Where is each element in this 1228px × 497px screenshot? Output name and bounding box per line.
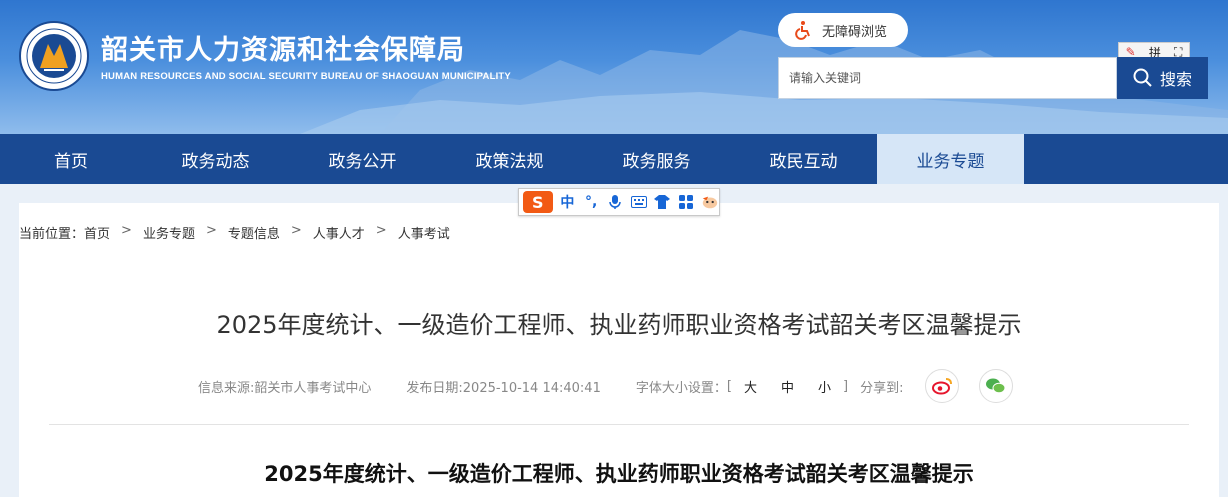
article-heading: 2025年度统计、一级造价工程师、执业药师职业资格考试韶关考区温馨提示 [264,462,974,486]
ime-punctuation-icon[interactable]: °, [582,193,600,211]
breadcrumb-topics[interactable]: 业务专题 [143,223,195,242]
breadcrumb-home[interactable]: 首页 [84,223,110,242]
ime-toolbox-icon[interactable] [677,193,695,211]
breadcrumb-exams[interactable]: 人事考试 [398,223,450,242]
accessibility-label: 无障碍浏览 [822,24,888,40]
article-source: 信息来源:韶关市人事考试中心 [198,380,372,396]
article-date: 发布日期:2025-10-14 14:40:41 [406,380,601,396]
search-button-label: 搜索 [1159,70,1192,89]
nav-item-news[interactable]: 政务动态 [142,134,289,184]
breadcrumb-separator: > [290,223,302,238]
breadcrumb-topic-info[interactable]: 专题信息 [228,223,280,242]
breadcrumb-separator: > [205,223,217,238]
breadcrumb-prefix: 当前位置： [19,227,85,242]
main-nav: 首页 政务动态 政务公开 政策法规 政务服务 政民互动 业务专题 [0,134,1228,184]
site-header: 韶关市人力资源和社会保障局 HUMAN RESOURCES AND SOCIAL… [0,0,1228,134]
nav-item-topics[interactable]: 业务专题 [877,134,1024,184]
nav-item-services[interactable]: 政务服务 [583,134,730,184]
breadcrumb-personnel[interactable]: 人事人才 [313,223,365,242]
ime-skin-icon[interactable] [654,193,672,211]
wheelchair-icon [795,21,810,40]
accessibility-button[interactable]: 无障碍浏览 [778,13,908,47]
ime-microphone-icon[interactable] [606,193,624,211]
weibo-icon [932,378,953,395]
breadcrumb: 当前位置： 首页 > 业务专题 > 专题信息 > 人事人才 > 人事考试 [19,223,450,242]
font-size-large[interactable]: 大 [744,377,757,396]
breadcrumb-separator: > [121,223,132,238]
share-label: 分享到: [860,380,904,396]
wechat-icon [986,378,1006,394]
sogou-logo-icon[interactable]: S [523,191,553,213]
breadcrumb-separator: > [375,223,387,238]
site-subtitle: HUMAN RESOURCES AND SOCIAL SECURITY BURE… [101,71,511,82]
article-title: 2025年度统计、一级造价工程师、执业药师职业资格考试韶关考区温馨提示 [216,311,1022,339]
article-container: 当前位置： 首页 > 业务专题 > 专题信息 > 人事人才 > 人事考试 202… [19,203,1219,497]
search-input[interactable] [778,57,1117,99]
nav-item-interaction[interactable]: 政民互动 [730,134,877,184]
search-icon [1133,68,1152,87]
font-size-medium[interactable]: 中 [781,377,794,396]
font-size-bracket-open: [ [726,378,732,394]
font-size-bracket-close: ] [842,378,849,394]
search-button[interactable]: 搜索 [1117,57,1208,99]
site-title: 韶关市人力资源和社会保障局 [101,35,465,66]
wechat-share-button[interactable] [979,369,1014,403]
ime-mascot-icon[interactable] [701,193,719,211]
ime-chinese-mode[interactable]: 中 [559,193,577,211]
meta-divider [49,424,1189,425]
font-size-small[interactable]: 小 [818,377,831,396]
bureau-logo-icon [19,21,89,91]
nav-item-policies[interactable]: 政策法规 [436,134,583,184]
ime-keyboard-icon[interactable] [630,193,648,211]
article-meta: 信息来源:韶关市人事考试中心 发布日期:2025-10-14 14:40:41 … [198,369,1014,403]
weibo-share-button[interactable] [925,369,960,403]
font-size-label: 字体大小设置： [635,380,727,396]
nav-item-disclosure[interactable]: 政务公开 [289,134,436,184]
nav-item-home[interactable]: 首页 [0,134,142,184]
ime-toolbar[interactable]: S 中 °, [518,188,720,216]
